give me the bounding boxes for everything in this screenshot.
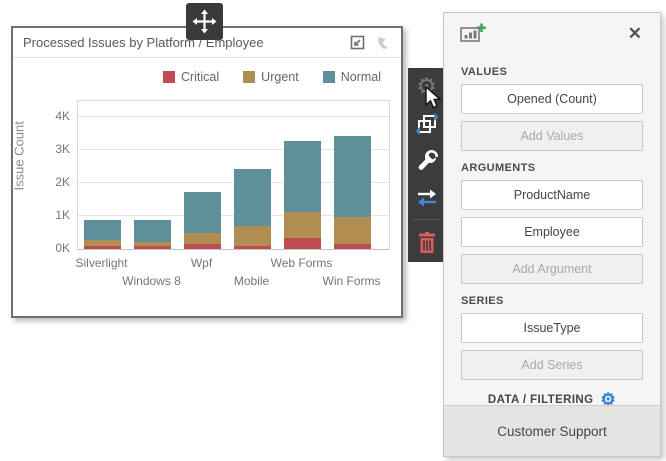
mouse-cursor bbox=[424, 86, 442, 112]
data-filtering-label: DATA / FILTERING bbox=[488, 394, 594, 406]
add-button-values[interactable]: Add Values bbox=[461, 121, 643, 151]
legend-item[interactable]: Critical bbox=[163, 70, 219, 84]
bar-segment-normal[interactable] bbox=[234, 169, 271, 226]
add-button-arguments[interactable]: Add Argument bbox=[461, 254, 643, 284]
bar-segment-urgent[interactable] bbox=[284, 212, 321, 238]
panel-sections: VALUES Opened (Count) Add Values ARGUMENTS P… bbox=[444, 66, 660, 380]
section-header-series: SERIES bbox=[461, 295, 643, 307]
move-handle[interactable] bbox=[186, 3, 223, 40]
bar-segment-critical[interactable] bbox=[84, 246, 121, 249]
x-axis-label: Web Forms bbox=[271, 256, 333, 270]
y-tick-label: 4K bbox=[30, 109, 70, 124]
y-axis-title: Issue Count bbox=[12, 175, 27, 191]
legend-swatch bbox=[163, 71, 175, 83]
bar-windows-8[interactable] bbox=[134, 220, 171, 249]
legend-item[interactable]: Urgent bbox=[243, 70, 299, 84]
x-axis-label: Wpf bbox=[191, 256, 212, 270]
bar-segment-urgent[interactable] bbox=[134, 242, 171, 246]
binding-field-opened-count-[interactable]: Opened (Count) bbox=[461, 84, 643, 114]
binding-field-productname[interactable]: ProductName bbox=[461, 180, 643, 210]
plot-area: 0K1K2K3K4K bbox=[77, 100, 390, 250]
binding-panel: ✕ VALUES Opened (Count) Add Values ARGUMENT… bbox=[443, 12, 661, 457]
bar-segment-normal[interactable] bbox=[184, 192, 221, 233]
close-icon[interactable]: ✕ bbox=[624, 23, 646, 44]
bar-win-forms[interactable] bbox=[334, 136, 371, 249]
swap-arrows-icon[interactable] bbox=[408, 179, 445, 216]
chart-widget-window: Processed Issues by Platform / Employee … bbox=[11, 26, 403, 318]
bar-segment-normal[interactable] bbox=[284, 141, 321, 212]
bar-segment-urgent[interactable] bbox=[184, 233, 221, 244]
wrench-icon[interactable] bbox=[408, 142, 445, 179]
chart-legend: Critical Urgent Normal bbox=[139, 70, 381, 84]
bar-segment-normal[interactable] bbox=[84, 220, 121, 240]
bar-segment-critical[interactable] bbox=[234, 246, 271, 249]
binding-field-issuetype[interactable]: IssueType bbox=[461, 313, 643, 343]
bar-wpf[interactable] bbox=[184, 192, 221, 249]
legend-item[interactable]: Normal bbox=[323, 70, 381, 84]
legend-label: Normal bbox=[341, 70, 381, 84]
drill-up-icon[interactable] bbox=[375, 35, 391, 51]
bar-segment-critical[interactable] bbox=[334, 244, 371, 249]
section-header-arguments: ARGUMENTS bbox=[461, 162, 643, 174]
binding-field-employee[interactable]: Employee bbox=[461, 217, 643, 247]
gridline bbox=[78, 116, 389, 117]
bar-segment-normal[interactable] bbox=[334, 136, 371, 216]
legend-swatch bbox=[323, 71, 335, 83]
legend-label: Urgent bbox=[261, 70, 299, 84]
y-tick-label: 0K bbox=[30, 241, 70, 256]
bar-silverlight[interactable] bbox=[84, 220, 121, 249]
data-source-footer: Customer Support bbox=[444, 405, 660, 456]
move-icon bbox=[192, 9, 217, 34]
panel-header: ✕ bbox=[444, 13, 660, 55]
bar-web-forms[interactable] bbox=[284, 141, 321, 249]
maximize-icon[interactable] bbox=[349, 34, 366, 51]
add-chart-item-icon bbox=[460, 23, 486, 45]
x-axis-label: Win Forms bbox=[323, 274, 381, 288]
add-button-series[interactable]: Add Series bbox=[461, 350, 643, 380]
bar-mobile[interactable] bbox=[234, 169, 271, 249]
legend-swatch bbox=[243, 71, 255, 83]
section-header-values: VALUES bbox=[461, 66, 643, 78]
y-tick-label: 2K bbox=[30, 175, 70, 190]
y-tick-label: 3K bbox=[30, 142, 70, 157]
x-axis-label: Windows 8 bbox=[122, 274, 181, 288]
chart-area: CriticalUrgentNormal Issue Count 0K1K2K3… bbox=[13, 58, 401, 315]
bar-segment-urgent[interactable] bbox=[334, 217, 371, 245]
bar-segment-urgent[interactable] bbox=[84, 240, 121, 246]
bar-segment-critical[interactable] bbox=[284, 238, 321, 249]
bar-segment-normal[interactable] bbox=[134, 220, 171, 242]
bar-segment-urgent[interactable] bbox=[234, 226, 271, 246]
legend-label: Critical bbox=[181, 70, 219, 84]
bar-segment-critical[interactable] bbox=[184, 244, 221, 249]
bar-segment-critical[interactable] bbox=[134, 246, 171, 249]
toolbar-divider bbox=[413, 219, 440, 220]
trash-icon[interactable] bbox=[408, 224, 445, 261]
y-tick-label: 1K bbox=[30, 208, 70, 223]
x-axis-label: Silverlight bbox=[75, 256, 127, 270]
x-axis-label: Mobile bbox=[234, 274, 269, 288]
